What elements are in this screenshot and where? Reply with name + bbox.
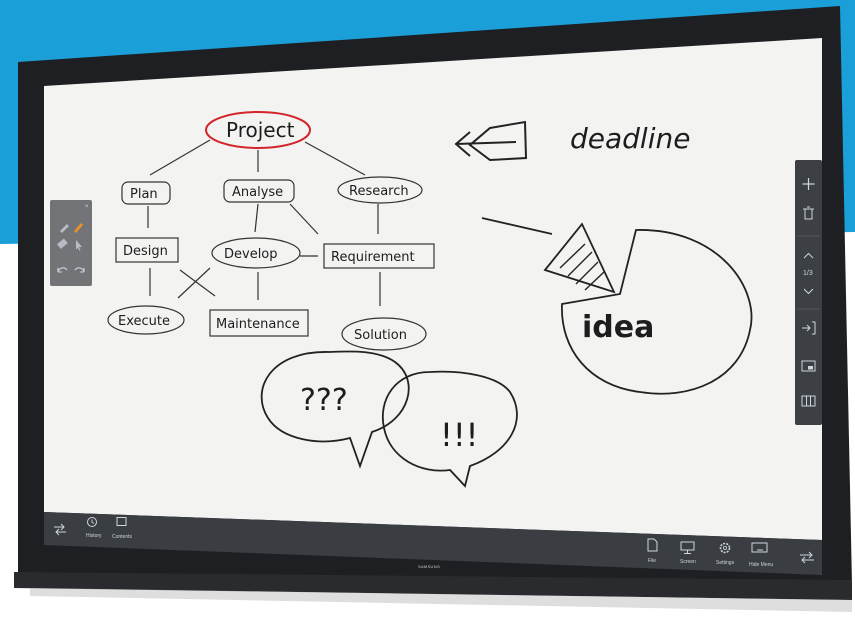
node-requirement: Requirement (331, 250, 415, 265)
node-research: Research (349, 184, 409, 199)
node-maintenance: Maintenance (216, 317, 300, 332)
idea-text: idea (582, 310, 654, 345)
node-design: Design (123, 244, 168, 259)
project-node: Project (226, 118, 295, 142)
node-execute: Execute (118, 314, 170, 329)
bubble-left-text: ??? (300, 383, 348, 418)
node-develop: Develop (224, 247, 278, 262)
whiteboard-display: History Contents File Screen Settings Hi… (14, 6, 852, 612)
whiteboard-canvas[interactable] (44, 38, 822, 540)
screen-label: Screen (680, 559, 696, 565)
right-toolbar (795, 160, 822, 425)
contents-label: Contents (112, 534, 133, 540)
close-icon[interactable]: × (85, 204, 89, 210)
bubble-right-text: !!! (440, 416, 478, 454)
brand-logo: SAMSUNG (418, 564, 440, 569)
node-solution: Solution (354, 328, 407, 343)
deadline-text: deadline (570, 122, 690, 155)
settings-label: Settings (716, 560, 735, 566)
page-indicator: 1/3 (803, 270, 813, 277)
pen-toolbar (50, 200, 92, 286)
node-plan: Plan (130, 187, 158, 202)
history-label: History (86, 533, 102, 539)
node-analyse: Analyse (232, 185, 283, 200)
file-label: File (648, 558, 656, 564)
hide-menu-label: Hide Menu (749, 562, 773, 568)
